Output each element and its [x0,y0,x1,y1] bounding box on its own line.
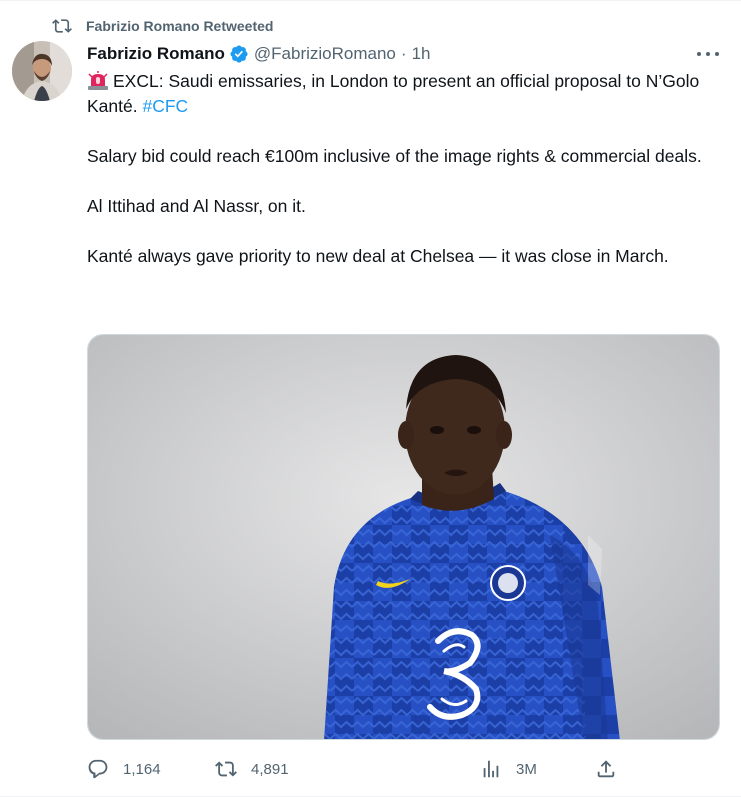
retweet-count: 4,891 [251,760,289,778]
tweet-paragraph: EXCL: Saudi emissaries, in London to pre… [87,69,727,119]
author-name[interactable]: Fabrizio Romano [87,44,225,64]
author-handle[interactable]: @FabrizioRomano [254,44,396,64]
reply-button[interactable]: 1,164 [87,757,161,781]
views-button[interactable]: 3M [480,757,537,781]
tweet-actions: 1,164 4,891 3M [87,757,627,781]
player-photo: 3 [88,335,719,739]
tweet-paragraph: Al Ittihad and Al Nassr, on it. [87,196,306,216]
more-options-button[interactable] [697,45,719,63]
more-dot-icon [715,52,719,56]
verified-badge-icon[interactable] [229,44,249,64]
reply-count: 1,164 [123,760,161,778]
more-dot-icon [706,52,710,56]
tweet-paragraph: Kanté always gave priority to new deal a… [87,246,669,266]
retweet-icon [52,19,72,33]
retweet-icon [215,761,237,777]
avatar-image [12,41,72,101]
avatar[interactable] [12,41,72,101]
views-count: 3M [516,760,537,778]
separator-dot: · [400,44,407,63]
reply-icon [88,759,108,779]
police-siren-emoji-icon [88,71,108,90]
hashtag-link[interactable]: #CFC [142,96,188,116]
tweet-text: EXCL: Saudi emissaries, in London to pre… [87,69,727,294]
share-icon [597,760,615,778]
tweet[interactable]: Fabrizio Romano Retweeted Fabrizio Roman… [0,0,741,797]
share-button[interactable] [595,757,617,781]
tweet-paragraph: Salary bid could reach €100m inclusive o… [87,146,702,166]
tweet-photo[interactable]: 3 [87,334,720,740]
tweet-timestamp[interactable]: 1h [412,44,431,64]
retweet-banner[interactable]: Fabrizio Romano Retweeted [52,16,273,36]
retweet-button[interactable]: 4,891 [215,757,289,781]
tweet-header: Fabrizio Romano @FabrizioRomano · 1h [87,41,721,67]
more-dot-icon [697,52,701,56]
analytics-icon [483,760,499,778]
retweet-banner-text: Fabrizio Romano Retweeted [86,18,274,34]
